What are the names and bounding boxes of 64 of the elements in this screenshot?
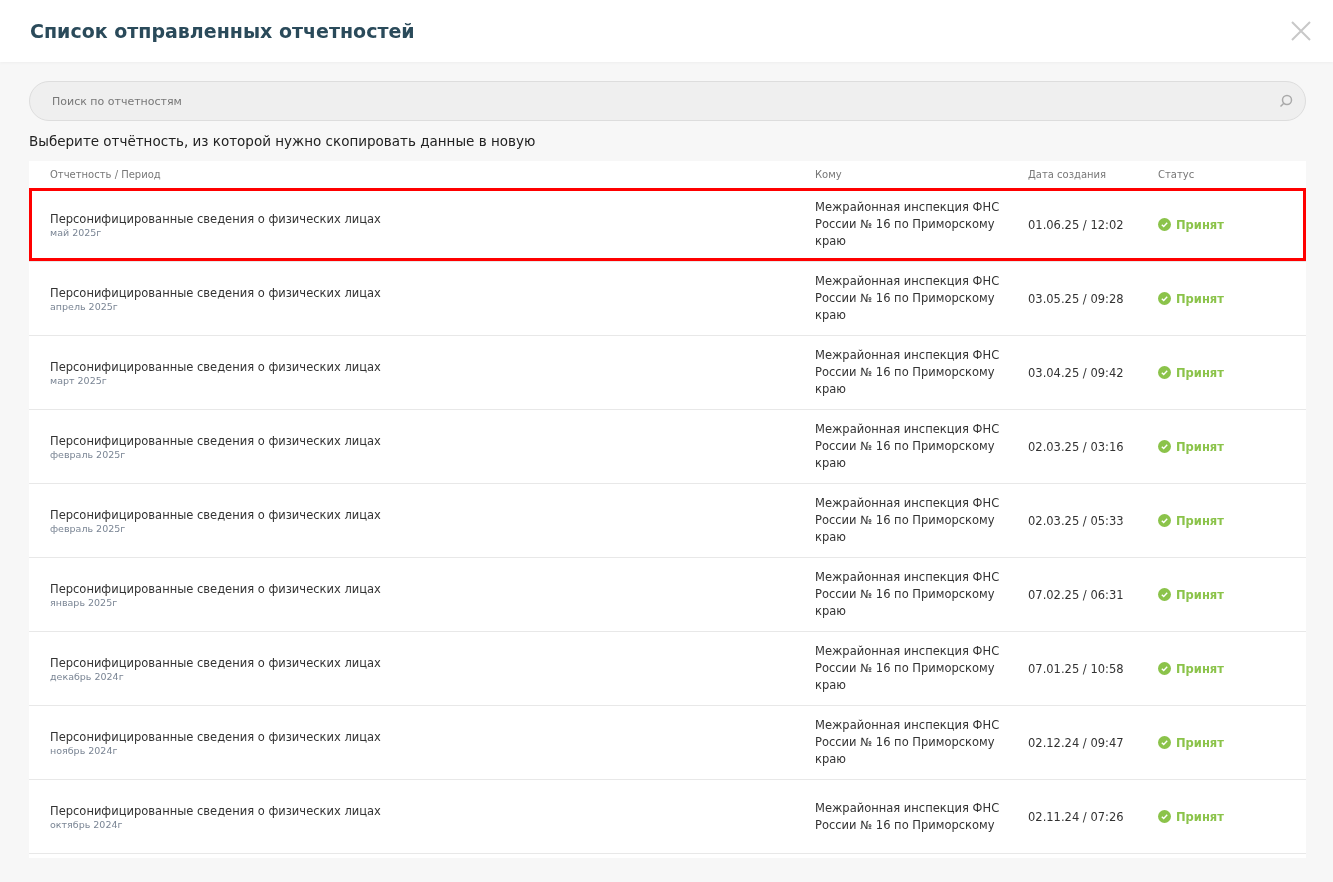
report-period: февраль 2025г [50, 448, 127, 460]
status-label: Принят [1176, 809, 1224, 824]
created-date: 02.11.24 / 07:26 [1028, 809, 1125, 824]
recipient-text: Межрайонная инспекция ФНС России № 16 по Приморскому краю [815, 347, 1001, 398]
report-name: Персонифицированные сведения о физических лицах [50, 803, 382, 818]
dialog-title: Список отправленных отчетностей [30, 20, 415, 42]
status-label: Принят [1176, 365, 1224, 380]
report-period: январь 2025г [50, 596, 119, 608]
search-field[interactable]: Поиск по отчетностям [29, 81, 1306, 121]
status-label: Принят [1176, 735, 1224, 750]
column-header: Статус [1158, 169, 1196, 180]
report-period: ноябрь 2024г [50, 744, 119, 756]
report-period: февраль 2025г [50, 522, 127, 534]
status-label: Принят [1176, 291, 1224, 306]
report-row[interactable]: Персонифицированные сведения о физических лицах март 2025г Межрайонная инспекция ФНС России № 16 по Приморскому краю 03.04.25 / 09:42 Принят [29, 336, 1306, 410]
report-row[interactable]: Персонифицированные сведения о физических лицах январь 2025г Межрайонная инспекция ФНС России № 16 по Приморскому краю 07.02.25 / 06:31 Принят [29, 558, 1306, 632]
column-header: Дата создания [1028, 169, 1108, 180]
report-period: декабрь 2024г [50, 670, 125, 682]
report-period: май 2025г [50, 226, 103, 238]
report-name: Персонифицированные сведения о физических лицах [50, 433, 382, 448]
recipient-text: Межрайонная инспекция ФНС России № 16 по Приморскому краю [815, 199, 1001, 250]
status-label: Принят [1176, 587, 1224, 602]
report-period: октябрь 2024г [50, 818, 124, 830]
recipient-text: Межрайонная инспекция ФНС России № 16 по Приморскому краю [815, 273, 1001, 324]
report-row[interactable]: Персонифицированные сведения о физических лицах октябрь 2024г Межрайонная инспекция ФНС России № 16 по Приморскому 02.11.24 / 07:26 Принят [29, 780, 1306, 854]
status-label: Принят [1176, 513, 1224, 528]
report-name: Персонифицированные сведения о физических лицах [50, 359, 382, 374]
created-date: 03.04.25 / 09:42 [1028, 365, 1125, 380]
created-date: 02.03.25 / 03:16 [1028, 439, 1125, 454]
recipient-text: Межрайонная инспекция ФНС России № 16 по Приморскому [815, 799, 1001, 834]
recipient-text: Межрайонная инспекция ФНС России № 16 по Приморскому краю [815, 717, 1001, 768]
report-name: Персонифицированные сведения о физических лицах [50, 285, 382, 300]
report-name: Персонифицированные сведения о физических лицах [50, 507, 382, 522]
column-header: Отчетность / Период [50, 169, 162, 180]
report-name: Персонифицированные сведения о физических лицах [50, 581, 382, 596]
recipient-text: Межрайонная инспекция ФНС России № 16 по Приморскому краю [815, 421, 1001, 472]
status-label: Принят [1176, 661, 1224, 676]
created-date: 02.03.25 / 05:33 [1028, 513, 1125, 528]
created-date: 07.01.25 / 10:58 [1028, 661, 1125, 676]
recipient-text: Межрайонная инспекция ФНС России № 16 по Приморскому краю [815, 643, 1001, 694]
report-row[interactable]: Персонифицированные сведения о физических лицах февраль 2025г Межрайонная инспекция ФНС России № 16 по Приморскому краю 02.03.25 / 03:16 Принят [29, 410, 1306, 484]
report-row[interactable]: Персонифицированные сведения о физических лицах февраль 2025г Межрайонная инспекция ФНС России № 16 по Приморскому краю 02.03.25 / 05:33 Принят [29, 484, 1306, 558]
recipient-text: Межрайонная инспекция ФНС России № 16 по Приморскому краю [815, 569, 1001, 620]
report-period: апрель 2025г [50, 300, 119, 312]
search-input[interactable]: Поиск по отчетностям [50, 93, 1279, 109]
report-row[interactable]: Персонифицированные сведения о физических лицах декабрь 2024г Межрайонная инспекция ФНС России № 16 по Приморскому краю 07.01.25 / 10:58 Принят [29, 632, 1306, 706]
created-date: 02.12.24 / 09:47 [1028, 735, 1125, 750]
status-label: Принят [1176, 439, 1224, 454]
status-label: Принят [1176, 217, 1224, 232]
report-period: март 2025г [50, 374, 108, 386]
created-date: 07.02.25 / 06:31 [1028, 587, 1125, 602]
report-row[interactable]: Персонифицированные сведения о физических лицах май 2025г Межрайонная инспекция ФНС России № 16 по Приморскому краю 01.06.25 / 12:02 Принят [29, 188, 1306, 262]
recipient-text: Межрайонная инспекция ФНС России № 16 по Приморскому краю [815, 495, 1001, 546]
created-date: 03.05.25 / 09:28 [1028, 291, 1125, 306]
search-icon [1279, 94, 1293, 108]
column-header: Кому [815, 169, 843, 180]
report-name: Персонифицированные сведения о физических лицах [50, 211, 382, 226]
report-name: Персонифицированные сведения о физических лицах [50, 729, 382, 744]
created-date: 01.06.25 / 12:02 [1028, 217, 1125, 232]
report-row[interactable]: Персонифицированные сведения о физических лицах ноябрь 2024г Межрайонная инспекция ФНС России № 16 по Приморскому краю 02.12.24 / 09:47 Принят [29, 706, 1306, 780]
report-row[interactable]: Персонифицированные сведения о физических лицах апрель 2025г Межрайонная инспекция ФНС России № 16 по Приморскому краю 03.05.25 / 09:28 Принят [29, 262, 1306, 336]
instruction-text: Выберите отчётность, из которой нужно скопировать данные в новую [29, 133, 537, 149]
close-icon[interactable] [1289, 19, 1313, 43]
report-name: Персонифицированные сведения о физических лицах [50, 655, 382, 670]
